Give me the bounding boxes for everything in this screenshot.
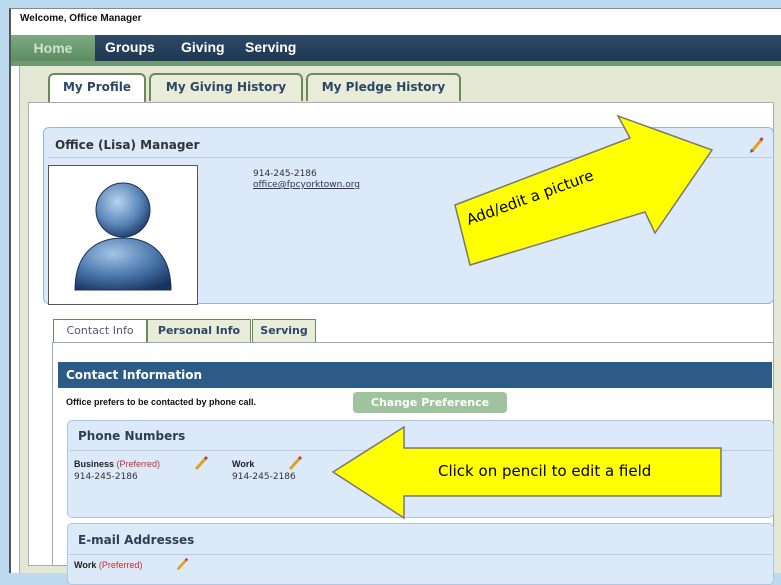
arrow-right-icon — [454, 114, 714, 266]
callout-arrows — [331, 114, 722, 520]
pencil-callout-text: Click on pencil to edit a field — [438, 462, 652, 480]
